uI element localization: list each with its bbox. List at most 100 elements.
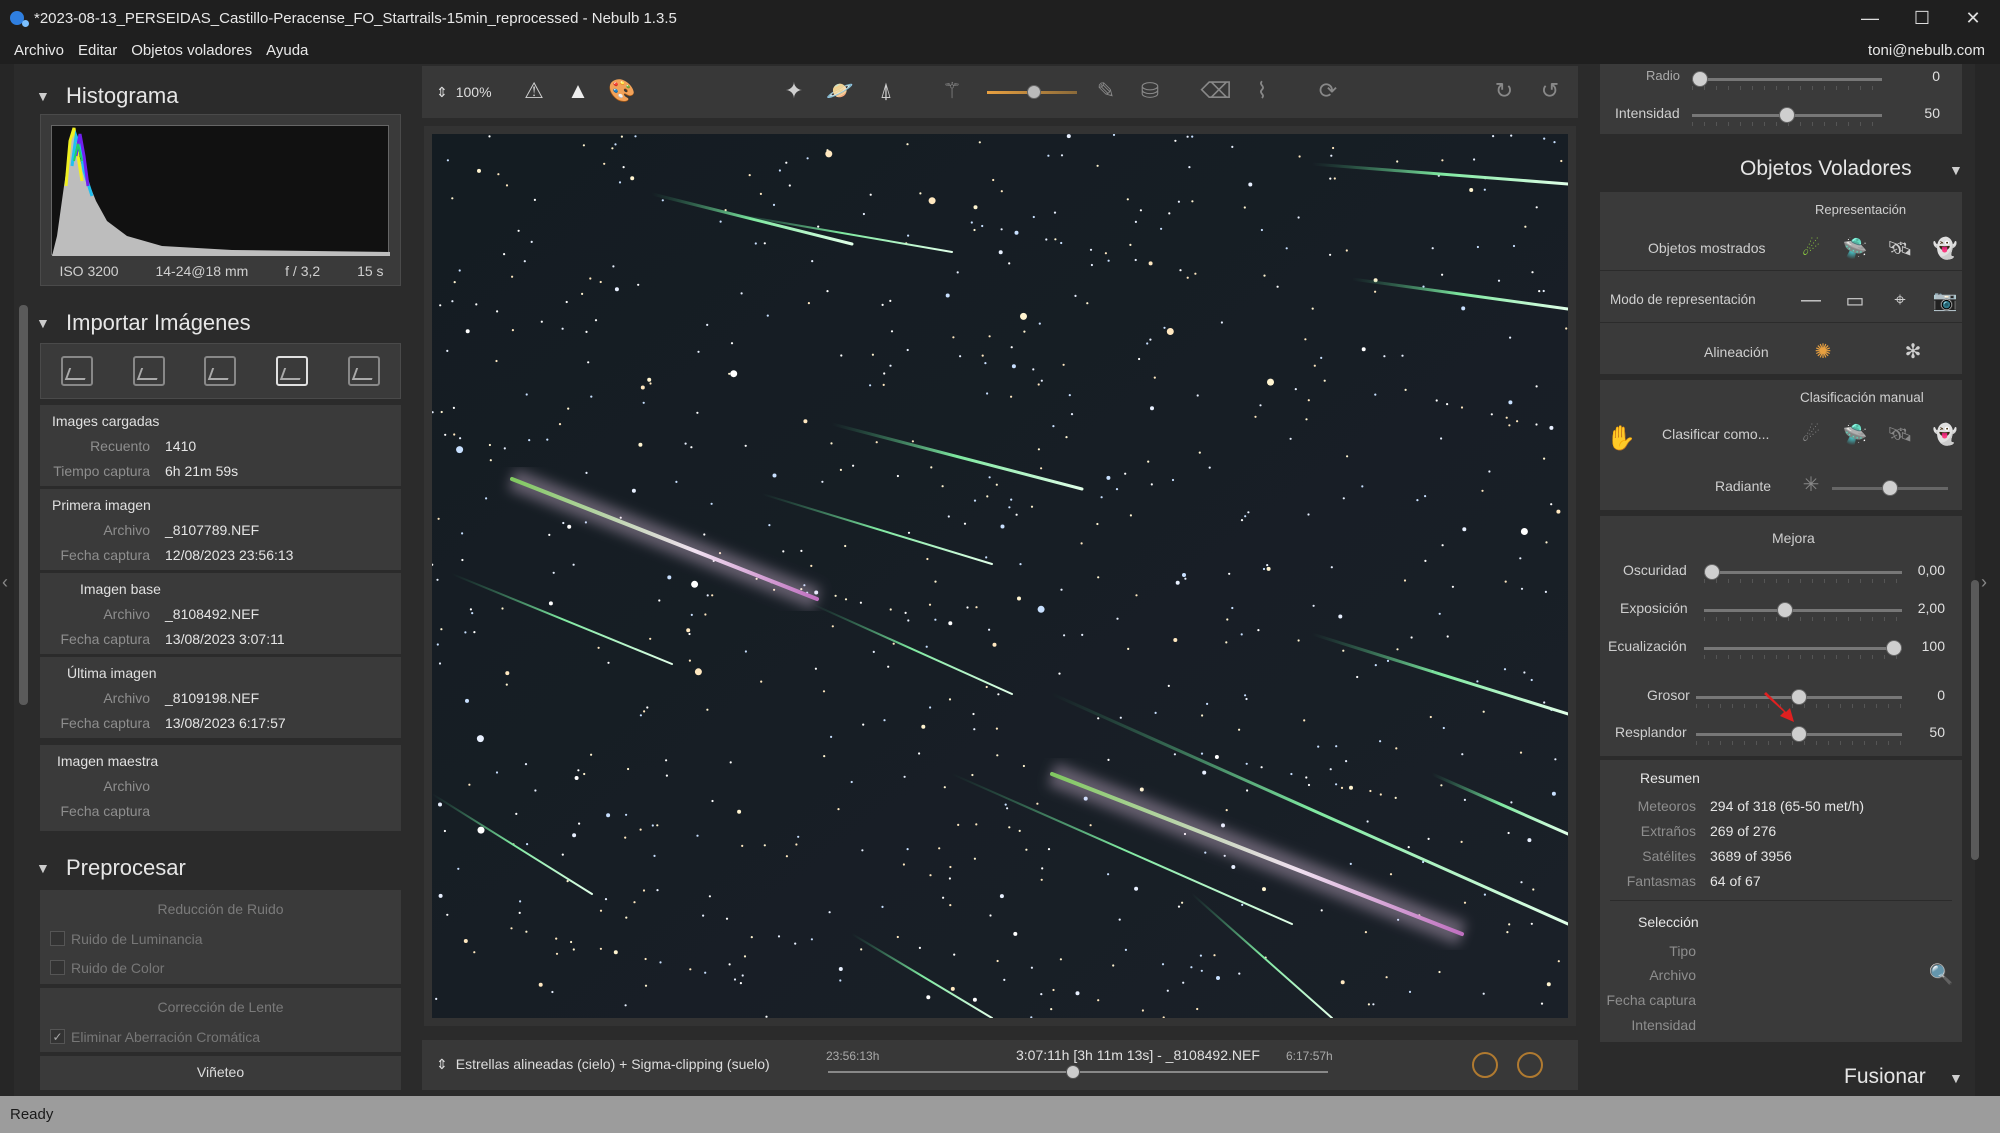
collapse-triangle-icon[interactable]: ▼ xyxy=(36,315,66,331)
star xyxy=(1050,1008,1053,1011)
maximize-button[interactable]: ☐ xyxy=(1895,0,1949,36)
align-star-icon[interactable]: ✻ xyxy=(1898,337,1928,365)
merge-title[interactable]: Fusionar xyxy=(1844,1065,1926,1089)
exposure-slider[interactable] xyxy=(1704,602,1902,621)
import-flats-icon[interactable] xyxy=(348,356,381,386)
menu-objetos-voladores[interactable]: Objetos voladores xyxy=(124,42,259,59)
slider-knob[interactable] xyxy=(1776,602,1793,618)
collapse-triangle-icon[interactable]: ▼ xyxy=(1949,162,1963,178)
left-scrollbar[interactable] xyxy=(19,305,28,705)
clock-icon[interactable] xyxy=(1472,1052,1498,1078)
image-view-icon[interactable] xyxy=(276,356,309,386)
zoom-to-selection-icon[interactable]: 🔍 xyxy=(1926,960,1956,988)
line-mode-icon[interactable]: — xyxy=(1796,286,1826,314)
luminance-noise-checkbox[interactable]: Ruido de Luminancia xyxy=(40,924,401,953)
palette-icon[interactable]: 🎨 xyxy=(608,78,636,104)
close-button[interactable]: ✕ xyxy=(1946,0,2000,36)
glow-slider[interactable] xyxy=(1696,726,1902,745)
chromatic-aberration-checkbox[interactable]: ✓ Eliminar Aberración Cromática xyxy=(40,1022,401,1051)
brush-icon[interactable]: ✎ xyxy=(1092,78,1120,104)
collapse-triangle-icon[interactable]: ▼ xyxy=(36,860,66,876)
stars-icon[interactable]: ✦ xyxy=(780,78,808,104)
star xyxy=(1407,846,1410,849)
color-noise-checkbox[interactable]: Ruido de Color xyxy=(40,953,401,982)
star xyxy=(1550,503,1553,506)
timeline-thumb[interactable] xyxy=(1066,1065,1080,1079)
menu-editar[interactable]: Editar xyxy=(71,42,124,59)
menu-archivo[interactable]: Archivo xyxy=(7,42,71,59)
zoom-control[interactable]: ⇕ 100% xyxy=(436,84,492,101)
align-sun-icon[interactable]: ✺ xyxy=(1808,337,1838,365)
ghost-icon[interactable]: 👻 xyxy=(1930,234,1960,262)
intensity-slider[interactable] xyxy=(1692,107,1882,126)
slider-knob[interactable] xyxy=(1692,71,1708,87)
flying-objects-title[interactable]: Objetos Voladores xyxy=(1740,157,1912,181)
bar-mode-icon[interactable]: ▭ xyxy=(1840,286,1870,314)
preprocess-header[interactable]: ▼ Preprocesar xyxy=(36,855,186,881)
magic-wand-icon[interactable]: ⚚ xyxy=(938,78,966,104)
right-scrollbar[interactable] xyxy=(1971,580,1979,860)
import-header[interactable]: ▼ Importar Imágenes xyxy=(36,310,251,336)
slider-knob[interactable] xyxy=(1882,480,1898,496)
classify-ghost-icon[interactable]: 👻 xyxy=(1930,420,1960,448)
broom-icon[interactable]: ⌇ xyxy=(1248,78,1276,104)
ufo-icon[interactable]: 🛸 xyxy=(1840,234,1870,262)
collapse-triangle-icon[interactable]: ▼ xyxy=(1949,1070,1963,1086)
base-image-block[interactable]: Imagen base Archivo _8108492.NEF Fecha ca… xyxy=(40,573,401,655)
hand-icon[interactable]: ✋ xyxy=(1606,424,1636,452)
radiant-icon[interactable]: ✳ xyxy=(1796,470,1826,498)
right-collapse-handle[interactable]: › xyxy=(1975,64,2000,1096)
redo-icon[interactable]: ↻ xyxy=(1490,78,1518,104)
updown-icon[interactable]: ⇕ xyxy=(436,84,448,101)
vignette-section[interactable]: Viñeteo xyxy=(40,1056,401,1090)
import-folder-icon[interactable] xyxy=(132,356,165,386)
stack-mode-selector[interactable]: ⇕ Estrellas alineadas (cielo) + Sigma-cli… xyxy=(436,1056,770,1073)
slider-knob[interactable] xyxy=(1027,85,1041,99)
histogram-header[interactable]: ▼ Histograma xyxy=(36,83,178,109)
eraser-icon[interactable]: ⌫ xyxy=(1200,78,1231,104)
master-image-block[interactable]: Imagen maestra Archivo Fecha captura xyxy=(40,745,401,832)
classify-ufo-icon[interactable]: 🛸 xyxy=(1840,420,1870,448)
warning-outline-icon[interactable]: ⚠ xyxy=(520,78,548,104)
camera-mode-icon[interactable]: 📷 xyxy=(1930,286,1960,314)
clock-history-icon[interactable] xyxy=(1517,1052,1543,1078)
last-image-block[interactable]: Última imagen Archivo _8109198.NEF Fecha … xyxy=(40,657,401,739)
darkness-slider[interactable] xyxy=(1704,564,1902,583)
slider-knob[interactable] xyxy=(1886,640,1902,656)
left-collapse-handle[interactable]: ‹ xyxy=(0,64,14,1096)
planet-icon[interactable]: 🪐 xyxy=(826,78,854,104)
updown-icon[interactable]: ⇕ xyxy=(436,1056,448,1073)
radio-slider[interactable] xyxy=(1692,71,1882,90)
chevron-right-icon[interactable]: › xyxy=(1981,572,1987,593)
toolbar-slider[interactable] xyxy=(987,85,1077,99)
timeline-start: 23:56:13h xyxy=(826,1049,880,1063)
fill-bucket-icon[interactable]: ⛁ xyxy=(1136,78,1164,104)
equalization-slider[interactable] xyxy=(1704,640,1902,659)
menu-ayuda[interactable]: Ayuda xyxy=(259,42,315,59)
star xyxy=(565,300,568,304)
user-account[interactable]: toni@nebulb.com xyxy=(1868,42,1985,59)
slider-knob[interactable] xyxy=(1704,564,1720,580)
radiant-slider[interactable] xyxy=(1832,480,1948,496)
star xyxy=(495,359,498,363)
startrails-photo[interactable] xyxy=(432,134,1568,1018)
chevron-left-icon[interactable]: ‹ xyxy=(2,572,8,593)
star xyxy=(555,937,558,940)
undo-icon[interactable]: ↺ xyxy=(1536,78,1564,104)
target-mode-icon[interactable]: ⌖ xyxy=(1885,286,1915,314)
classify-meteor-icon[interactable]: ☄ xyxy=(1796,420,1826,448)
satellite-icon[interactable]: 🛰 xyxy=(1885,234,1915,262)
slider-knob[interactable] xyxy=(1779,107,1795,123)
import-darks-icon[interactable] xyxy=(204,356,237,386)
collapse-triangle-icon[interactable]: ▼ xyxy=(36,88,66,104)
first-image-block[interactable]: Primera imagen Archivo _8107789.NEF Fecha… xyxy=(40,489,401,571)
refresh-icon[interactable]: ⟳ xyxy=(1314,78,1342,104)
star xyxy=(633,901,636,904)
minimize-button[interactable]: — xyxy=(1843,0,1897,36)
tower-icon[interactable]: ⍋ xyxy=(872,78,900,104)
star xyxy=(1260,228,1263,232)
classify-satellite-icon[interactable]: 🛰 xyxy=(1885,420,1915,448)
warning-filled-icon[interactable]: ▲ xyxy=(564,78,592,104)
meteor-icon[interactable]: ☄ xyxy=(1796,234,1826,262)
import-images-icon[interactable] xyxy=(60,356,93,386)
